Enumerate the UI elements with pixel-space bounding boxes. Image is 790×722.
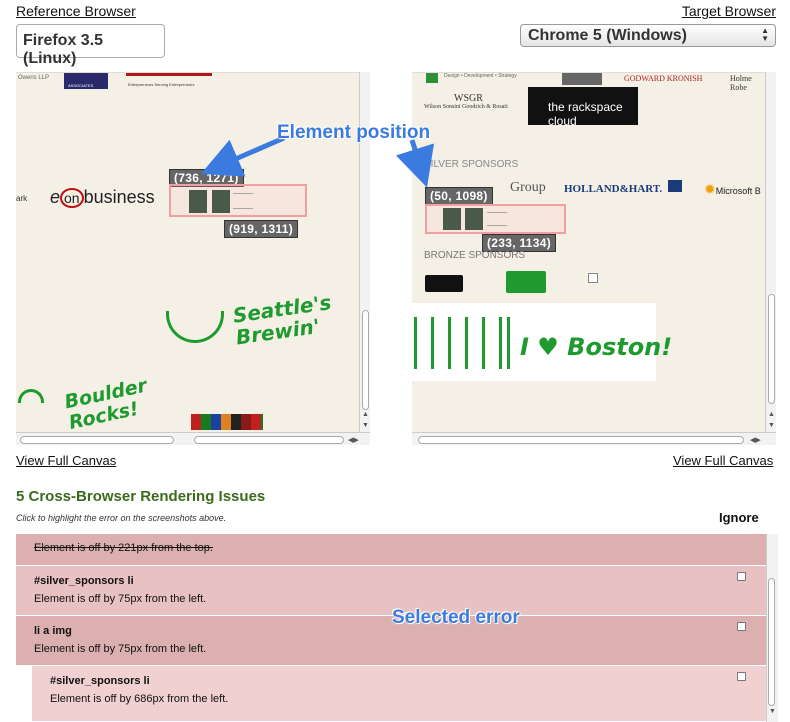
arrow-to-left-coord [200,135,285,177]
issue-message: Element is off by 75px from the left. [34,593,207,605]
issues-subtitle: Click to highlight the error on the scre… [16,513,227,523]
element-position-callout: Element position [277,122,431,143]
issues-list-scrollbar[interactable]: ▼ [766,534,778,722]
issue-item-selected[interactable]: #silver_sponsors li Element is off by 68… [32,666,766,722]
ignore-checkbox[interactable] [737,672,746,681]
ignore-column-header: Ignore [719,510,759,525]
issues-scroll-down-icon[interactable]: ▼ [769,708,776,715]
issue-selector: #silver_sponsors li [34,575,134,587]
issues-title: 5 Cross-Browser Rendering Issues [16,488,266,505]
view-full-canvas-left-link[interactable]: View Full Canvas [16,453,116,468]
issue-message: Element is off by 686px from the left. [50,693,229,705]
issues-list-thumb[interactable] [768,578,775,706]
ignore-checkbox[interactable] [737,572,746,581]
issue-message: Element is off by 221px from the top. [34,542,213,554]
view-full-canvas-right-link[interactable]: View Full Canvas [673,453,773,468]
ignore-checkbox[interactable] [737,622,746,631]
issue-selector: li a img [34,625,72,637]
issue-item[interactable]: #silver_sponsors li Element is off by 75… [16,566,766,616]
arrow-to-right-coord [395,139,435,188]
issue-message: Element is off by 75px from the left. [34,643,207,655]
issue-item[interactable]: Element is off by 221px from the top. [16,534,766,566]
selected-error-callout: Selected error [392,607,520,628]
issue-item[interactable]: li a img Element is off by 75px from the… [16,616,766,666]
issue-selector: #silver_sponsors li [50,675,150,687]
